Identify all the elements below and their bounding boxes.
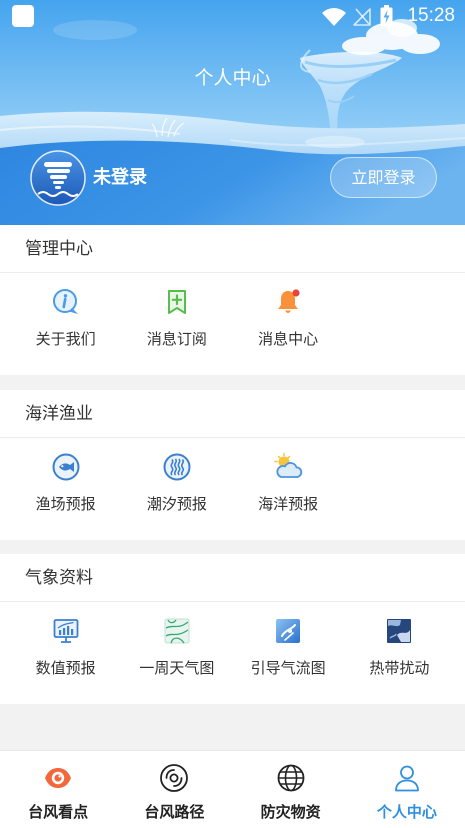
section-meteorological-data: 气象资料 数值预报 一周天气图 引导气流图 热带扰动 (0, 554, 465, 704)
menu-item-message-subscription[interactable]: 消息订阅 (121, 273, 232, 375)
nav-tab-profile[interactable]: 个人中心 (349, 751, 465, 828)
section-grid: 关于我们 消息订阅 消息中心 (0, 273, 465, 375)
person-icon (391, 763, 423, 793)
nav-tab-typhoon-highlights[interactable]: 台风看点 (0, 751, 116, 828)
bottom-nav: 台风看点 台风路径 防灾物资 个人中心 (0, 750, 465, 828)
menu-item-label: 引导气流图 (250, 659, 326, 677)
nav-tab-label: 台风路径 (144, 803, 205, 821)
page-title: 个人中心 (194, 67, 271, 89)
section-grid: 数值预报 一周天气图 引导气流图 热带扰动 (0, 602, 465, 704)
nav-tab-label: 台风看点 (28, 803, 89, 821)
sun-cloud-icon (273, 452, 303, 482)
menu-item-label: 消息中心 (258, 330, 319, 348)
section-title: 管理中心 (0, 225, 465, 273)
weather-map-icon (162, 616, 192, 646)
bell-icon (273, 287, 303, 317)
battery-charging-icon (380, 5, 393, 27)
section-grid: 渔场预报 潮汐预报 海洋预报 (0, 438, 465, 540)
menu-item-label: 热带扰动 (369, 659, 430, 677)
info-bubble-icon (51, 287, 81, 317)
nav-tab-disaster-supplies[interactable]: 防灾物资 (233, 751, 349, 828)
wifi-icon (322, 8, 346, 26)
menu-item-about-us[interactable]: 关于我们 (10, 273, 121, 375)
menu-item-label: 消息订阅 (146, 330, 207, 348)
menu-item-label: 关于我们 (35, 330, 96, 348)
profile-hero: 15:28 个人中心 未登录 立即登录 (0, 0, 465, 225)
menu-item-fishing-forecast[interactable]: 渔场预报 (10, 438, 121, 540)
nav-tab-label: 防灾物资 (260, 803, 321, 821)
bookmark-plus-icon (162, 287, 192, 317)
airflow-map-icon (273, 616, 303, 646)
menu-item-label: 海洋预报 (258, 495, 319, 513)
menu-item-numerical-forecast[interactable]: 数值预报 (10, 602, 121, 704)
menu-item-label: 一周天气图 (139, 659, 215, 677)
status-bar: 15:28 (0, 0, 465, 32)
typhoon-icon (158, 763, 190, 793)
fish-icon (51, 452, 81, 482)
nav-tab-label: 个人中心 (376, 803, 437, 821)
app-root: 15:28 个人中心 未登录 立即登录 管理中心 关于我们 消息订阅 消息中心 … (0, 0, 465, 828)
globe-icon (275, 763, 307, 793)
menu-item-ocean-forecast[interactable]: 海洋预报 (233, 438, 344, 540)
section-management: 管理中心 关于我们 消息订阅 消息中心 (0, 225, 465, 375)
menu-item-tropical-disturbance[interactable]: 热带扰动 (344, 602, 455, 704)
tropical-disturbance-icon (384, 616, 414, 646)
eye-icon (42, 763, 74, 793)
avatar[interactable] (30, 150, 86, 206)
notification-square-icon (12, 5, 34, 27)
section-title: 海洋渔业 (0, 390, 465, 438)
nav-tab-typhoon-track[interactable]: 台风路径 (116, 751, 232, 828)
tide-icon (162, 452, 192, 482)
menu-item-tide-forecast[interactable]: 潮汐预报 (121, 438, 232, 540)
section-title: 气象资料 (0, 554, 465, 602)
menu-item-label: 数值预报 (35, 659, 96, 677)
section-marine-fishery: 海洋渔业 渔场预报 潮汐预报 海洋预报 (0, 390, 465, 540)
menu-item-steering-flow-map[interactable]: 引导气流图 (233, 602, 344, 704)
menu-item-label: 渔场预报 (35, 495, 96, 513)
menu-item-message-center[interactable]: 消息中心 (233, 273, 344, 375)
menu-item-label: 潮汐预报 (146, 495, 207, 513)
status-time: 15:28 (407, 5, 455, 26)
login-button[interactable]: 立即登录 (330, 157, 437, 198)
no-sim-signal-icon (353, 8, 371, 26)
login-status-text: 未登录 (93, 167, 147, 188)
menu-item-weekly-weather-map[interactable]: 一周天气图 (121, 602, 232, 704)
monitor-chart-icon (51, 616, 81, 646)
